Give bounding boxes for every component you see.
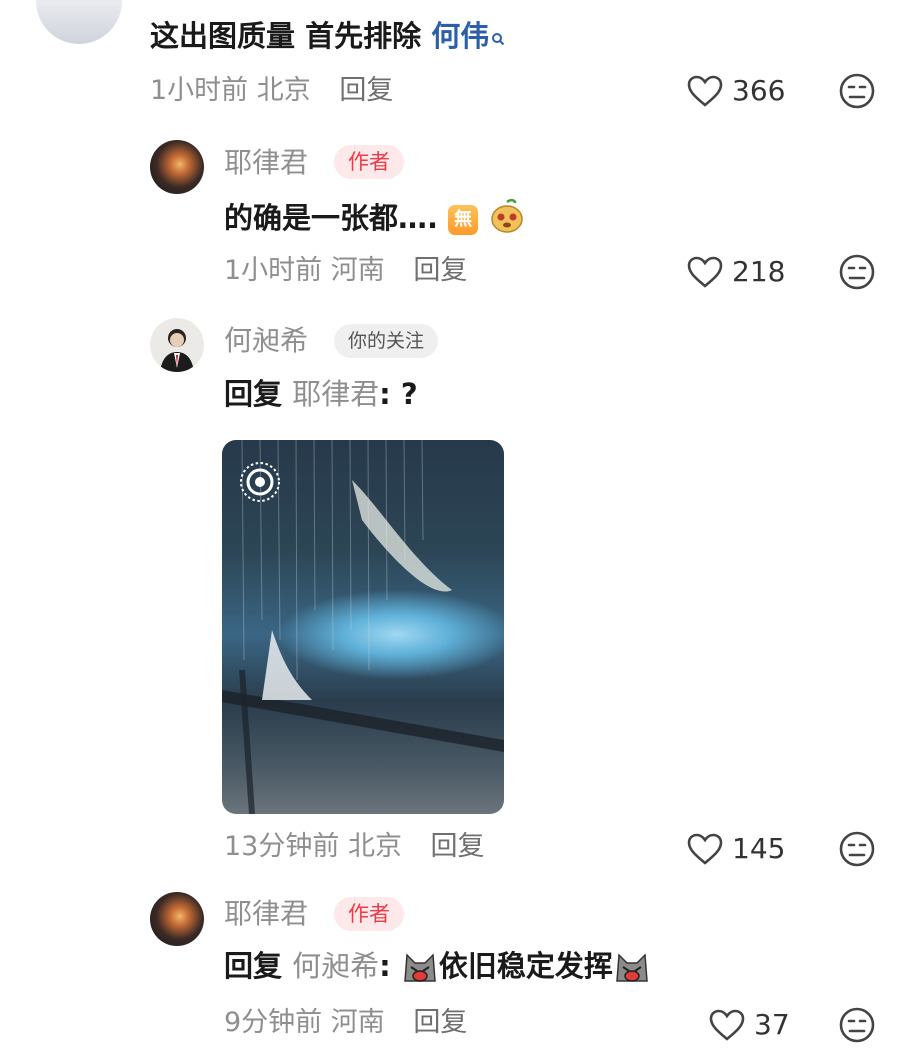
comment-meta: 1小时前 河南 回复	[224, 254, 467, 288]
comment-body: 依旧稳定发挥	[438, 949, 613, 983]
avatar[interactable]	[150, 140, 204, 194]
comment-time: 13分钟前	[224, 831, 340, 862]
reply-button[interactable]: 回复	[413, 1007, 467, 1038]
reply-button[interactable]: 回复	[413, 255, 467, 286]
neutral-face-icon[interactable]	[838, 1006, 876, 1044]
cat-cry-icon	[401, 951, 439, 985]
comment-text: 的确是一张都…. 無	[224, 198, 526, 242]
comment-body: : ?	[379, 377, 418, 411]
avatar[interactable]	[150, 892, 204, 946]
comment-image[interactable]	[222, 440, 504, 814]
author-badge: 作者	[334, 897, 404, 931]
like-button[interactable]: 366	[686, 74, 785, 108]
comment-meta: 1小时前 北京 回复	[150, 74, 393, 108]
comment-thread: 这出图质量 首先排除 何伟 1小时前 北京 回复 366 耶律君 作者 的确是一…	[0, 0, 913, 1048]
reply-colon: :	[379, 949, 391, 983]
following-badge: 你的关注	[334, 324, 439, 358]
comment-text: 回复 何昶希: 依旧稳定发挥	[224, 948, 651, 985]
comment-location: 河南	[330, 255, 385, 286]
comment-text: 回复 耶律君: ?	[224, 376, 418, 412]
live-photo-icon	[238, 460, 282, 508]
reply-prefix: 回复	[224, 377, 293, 411]
heart-outline-icon	[708, 1008, 746, 1042]
avatar[interactable]	[150, 318, 204, 372]
comment-time: 1小时前	[224, 255, 323, 286]
like-button[interactable]: 37	[708, 1008, 790, 1042]
wu-sticker-icon: 無	[448, 205, 479, 235]
comment-body: 这出图质量 首先排除	[150, 19, 432, 53]
author-name[interactable]: 何昶希	[224, 323, 308, 359]
reply-prefix: 回复	[224, 949, 293, 983]
like-button[interactable]: 145	[686, 832, 785, 866]
heart-outline-icon	[686, 832, 724, 866]
comment-time: 1小时前	[150, 75, 249, 106]
neutral-face-icon[interactable]	[838, 253, 876, 291]
comment-time: 9分钟前	[224, 1007, 323, 1038]
pear-face-icon	[488, 198, 526, 242]
reply-to-name[interactable]: 耶律君	[292, 377, 379, 411]
comment-text: 这出图质量 首先排除 何伟	[150, 18, 505, 54]
comment-location: 河南	[330, 1007, 385, 1038]
comment-meta: 9分钟前 河南 回复	[224, 1006, 467, 1040]
like-button[interactable]: 218	[686, 255, 785, 289]
heart-outline-icon	[686, 74, 724, 108]
author-badge: 作者	[334, 145, 404, 179]
author-name[interactable]: 耶律君	[224, 145, 308, 181]
reply-button[interactable]: 回复	[431, 831, 485, 862]
neutral-face-icon[interactable]	[838, 830, 876, 868]
comment-meta: 13分钟前 北京 回复	[224, 830, 485, 864]
author-name[interactable]: 耶律君	[224, 896, 308, 932]
mention-link[interactable]: 何伟	[431, 19, 489, 53]
avatar[interactable]	[36, 0, 122, 44]
comment-location: 北京	[347, 831, 402, 862]
like-count: 366	[732, 74, 786, 107]
comment-location: 北京	[256, 75, 311, 106]
neutral-face-icon[interactable]	[838, 72, 876, 110]
cat-cry-icon	[613, 951, 651, 985]
search-icon[interactable]	[491, 18, 505, 54]
reply-to-name[interactable]: 何昶希	[292, 949, 379, 983]
reply-button[interactable]: 回复	[339, 75, 393, 106]
like-count: 37	[754, 1008, 790, 1041]
like-count: 145	[732, 832, 786, 865]
comment-body: 的确是一张都….	[224, 201, 439, 235]
heart-outline-icon	[686, 255, 724, 289]
like-count: 218	[732, 255, 786, 288]
